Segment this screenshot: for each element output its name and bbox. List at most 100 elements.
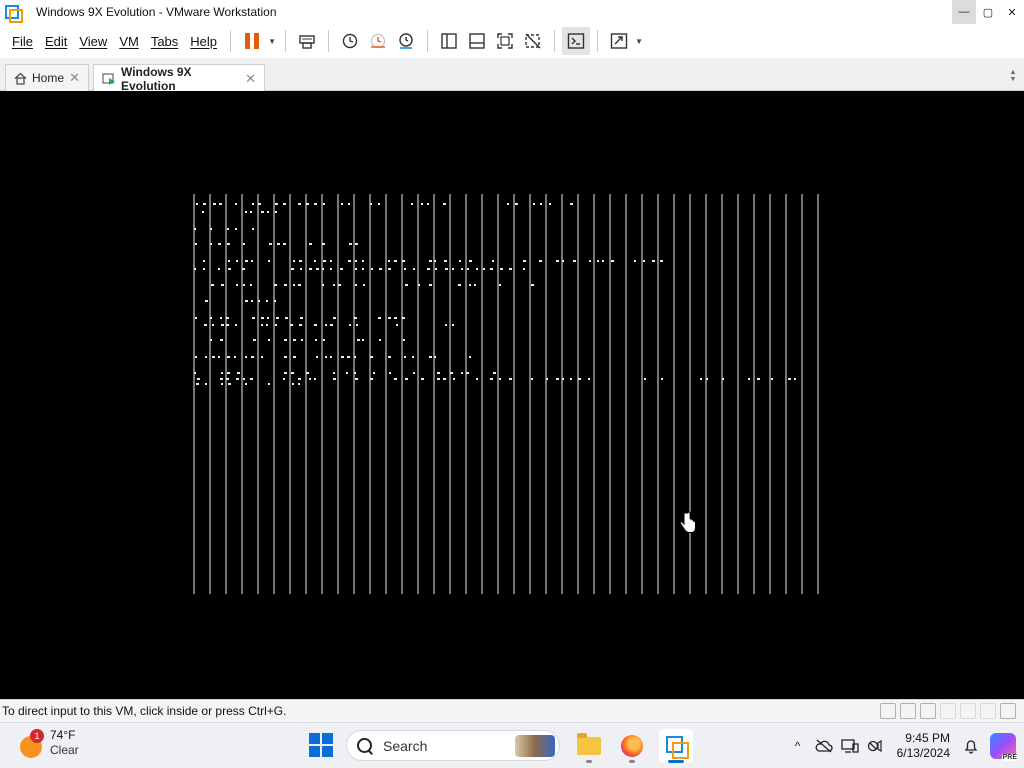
vm-glitch-dot: [722, 378, 724, 380]
network-adapter-icon[interactable]: [940, 703, 956, 719]
vm-glitch-dot: [309, 243, 312, 245]
show-library-button[interactable]: [435, 27, 463, 55]
take-snapshot-button[interactable]: [336, 27, 364, 55]
unity-button[interactable]: [519, 27, 547, 55]
show-thumbnail-bar-button[interactable]: [463, 27, 491, 55]
system-tray: ^ 9:45 PM 6/13/2024 PRE: [785, 723, 1024, 768]
vm-glitch-dot: [341, 203, 343, 205]
vm-glitch-dot: [205, 300, 208, 302]
vm-glitch-dot: [330, 260, 332, 262]
message-log-icon[interactable]: [1000, 703, 1016, 719]
snapshot-manager-button[interactable]: [392, 27, 420, 55]
vm-glitch-dot: [309, 378, 311, 380]
close-button[interactable]: ✕: [1000, 0, 1024, 24]
vm-glitch-dot: [293, 339, 296, 341]
vm-glitch-dot: [362, 260, 364, 262]
copilot-icon[interactable]: PRE: [990, 733, 1018, 761]
menu-view[interactable]: View: [73, 34, 113, 49]
pause-dropdown-chevron-icon[interactable]: ▼: [266, 27, 278, 55]
tab-scroll-icon[interactable]: ▲ ▼: [1006, 66, 1020, 86]
vm-glitch-dot: [245, 383, 247, 385]
sound-card-icon[interactable]: [980, 703, 996, 719]
console-view-button[interactable]: [562, 27, 591, 55]
vm-glitch-dot: [348, 203, 350, 205]
vm-glitch-dot: [195, 243, 197, 245]
stretch-dropdown-chevron-icon[interactable]: ▼: [633, 27, 645, 55]
menu-file[interactable]: File: [6, 34, 39, 49]
vm-glitch-dot: [378, 317, 381, 319]
active-indicator: [668, 760, 684, 763]
vm-glitch-dot: [333, 317, 336, 319]
vm-glitch-dot: [354, 372, 356, 374]
vm-glitch-dot: [660, 260, 663, 262]
console-view-icon: [567, 33, 585, 49]
vm-glitch-dot: [373, 372, 375, 374]
floppy-icon[interactable]: [920, 703, 936, 719]
pause-button[interactable]: [238, 27, 266, 55]
toolbar-separator: [597, 30, 599, 52]
stretch-guest-button[interactable]: [605, 27, 633, 55]
vm-glitch-dot: [578, 378, 581, 380]
vm-glitch-dot: [349, 324, 351, 326]
device-status-icons: [880, 703, 1016, 719]
menu-help[interactable]: Help: [184, 34, 223, 49]
vm-glitch-dot: [388, 260, 390, 262]
vm-glitch-dot: [355, 260, 357, 262]
vm-glitch-dot: [212, 324, 214, 326]
taskbar-clock[interactable]: 9:45 PM 6/13/2024: [897, 731, 950, 761]
weather-widget[interactable]: 1 74°F Clear: [18, 728, 79, 758]
vm-glitch-dot: [330, 268, 332, 270]
vmware-app-icon[interactable]: [4, 4, 23, 23]
tab-home-close-icon[interactable]: ✕: [69, 70, 80, 86]
toolbar-separator: [554, 30, 556, 52]
notification-bell-icon[interactable]: [958, 733, 984, 759]
full-screen-button[interactable]: [491, 27, 519, 55]
start-button[interactable]: [309, 733, 333, 757]
vm-glitch-dot: [322, 268, 324, 270]
vm-glitch-dot: [370, 356, 373, 358]
maximize-button[interactable]: ▢: [976, 0, 1000, 24]
send-ctrl-alt-del-button[interactable]: [293, 27, 321, 55]
weather-condition: Clear: [50, 743, 79, 757]
menu-edit[interactable]: Edit: [39, 34, 73, 49]
network-volume-icon[interactable]: [863, 733, 889, 759]
vm-glitch-dot: [245, 356, 247, 358]
vm-glitch-dot: [389, 372, 391, 374]
revert-snapshot-button[interactable]: [364, 27, 392, 55]
vm-glitch-dot: [220, 317, 222, 319]
vm-glitch-dot: [427, 203, 429, 205]
tab-vm-close-icon[interactable]: ✕: [245, 71, 256, 87]
vm-glitch-dot: [218, 268, 220, 270]
show-hidden-icons-chevron-icon[interactable]: ^: [785, 739, 811, 753]
vm-glitch-dot: [405, 284, 408, 286]
taskbar-search-box[interactable]: Search: [346, 730, 560, 761]
taskbar-firefox[interactable]: [615, 729, 649, 763]
vm-glitch-dot: [643, 260, 645, 262]
vm-glitch-dot: [394, 317, 397, 319]
tab-home[interactable]: Home ✕: [5, 64, 89, 91]
onedrive-offline-icon[interactable]: [811, 733, 837, 759]
vm-glitch-dot: [252, 203, 254, 205]
vm-glitch-dot: [490, 268, 493, 270]
minimize-button[interactable]: —: [952, 0, 976, 24]
vm-glitch-dot: [355, 243, 358, 245]
vm-glitch-dot: [500, 268, 503, 270]
hard-disk-icon[interactable]: [880, 703, 896, 719]
vm-glitch-dot: [556, 260, 559, 262]
vm-glitch-dot: [213, 203, 216, 205]
vm-glitch-dot: [346, 372, 348, 374]
display-icon[interactable]: [837, 733, 863, 759]
cd-dvd-icon[interactable]: [900, 703, 916, 719]
vm-display[interactable]: [0, 91, 1024, 699]
usb-icon[interactable]: [960, 703, 976, 719]
vm-glitch-dot: [546, 378, 548, 380]
taskbar-file-explorer[interactable]: [572, 729, 606, 763]
tab-windows-9x-evolution[interactable]: Windows 9X Evolution ✕: [93, 64, 265, 93]
menu-tabs[interactable]: Tabs: [145, 34, 184, 49]
vm-glitch-dot: [284, 372, 287, 374]
vm-glitch-dot: [235, 203, 237, 205]
menu-vm[interactable]: VM: [113, 34, 145, 49]
taskbar-vmware[interactable]: [659, 729, 693, 763]
vm-glitch-dot: [523, 268, 525, 270]
weather-moon-icon: 1: [18, 729, 44, 758]
